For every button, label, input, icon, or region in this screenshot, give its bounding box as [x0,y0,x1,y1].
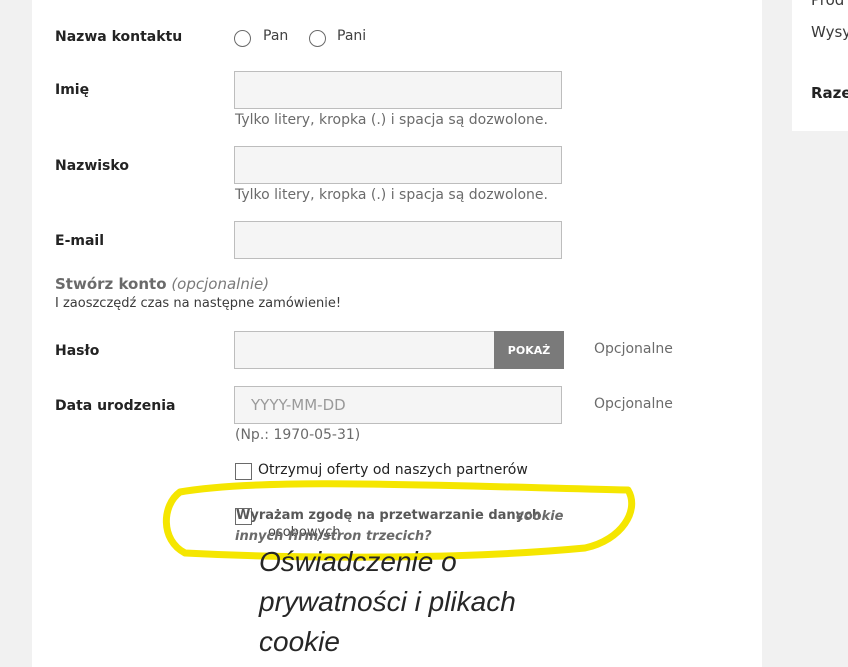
privacy-title-line2: prywatności i plikach [259,586,516,617]
privacy-title-line1: Oświadczenie o [259,546,457,577]
privacy-title-line3: cookie [259,626,340,657]
